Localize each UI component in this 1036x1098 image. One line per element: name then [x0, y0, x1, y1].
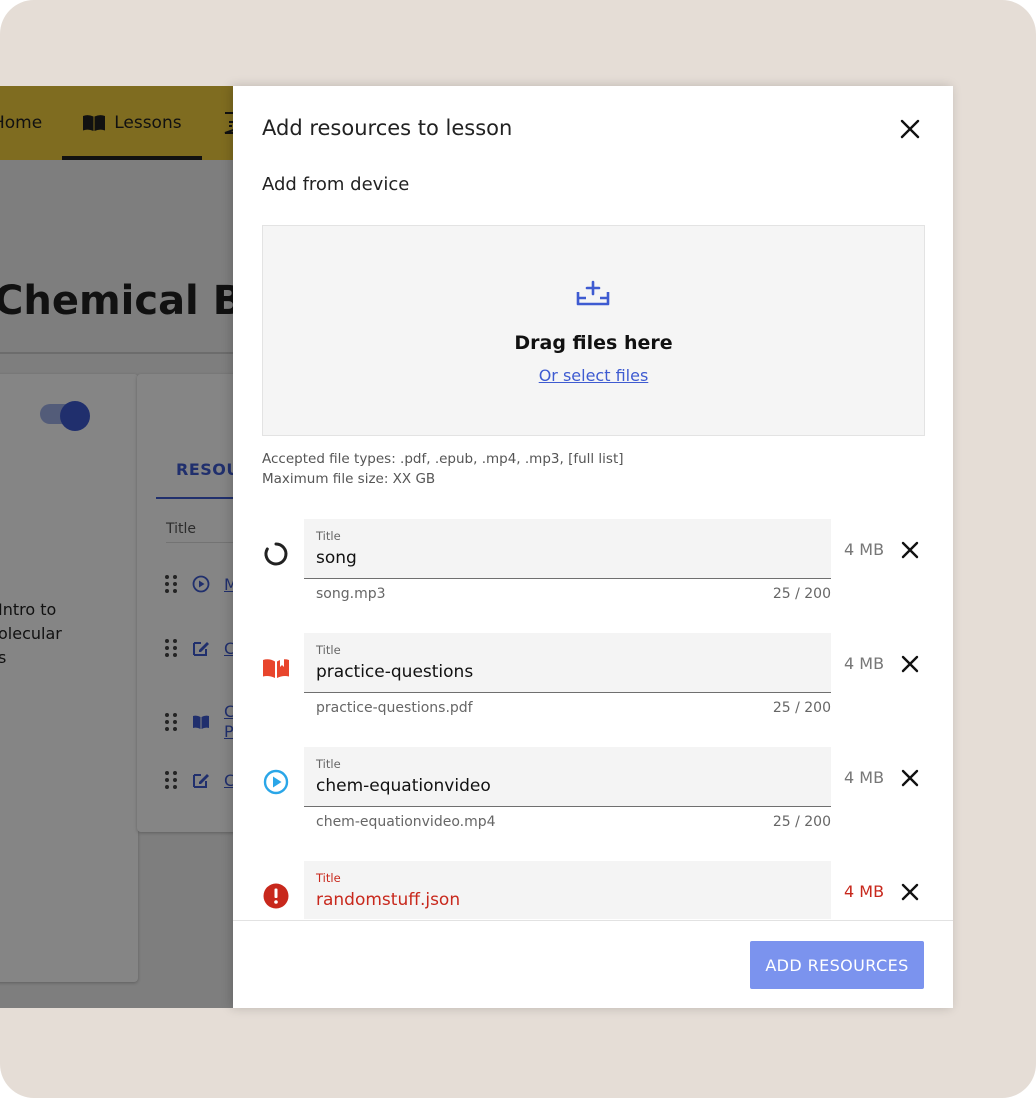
file-item-error: Title randomstuff.json 4 MB	[233, 861, 953, 919]
upload-icon	[576, 280, 610, 306]
file-item: Title chem-equationvideo chem-equationvi…	[233, 747, 953, 861]
file-dropzone[interactable]: Drag files here Or select files	[262, 225, 925, 436]
title-field[interactable]: Title song	[304, 519, 831, 579]
file-name: song.mp3	[316, 586, 386, 602]
loading-spinner-icon	[264, 542, 288, 566]
file-item: Title practice-questions practice-questi…	[233, 633, 953, 747]
error-icon	[263, 883, 289, 909]
remove-file-icon[interactable]	[899, 539, 921, 561]
file-list: Title song song.mp3 25 / 200 4 MB Title …	[233, 516, 953, 919]
modal-title: Add resources to lesson	[262, 116, 513, 140]
remove-file-icon[interactable]	[899, 767, 921, 789]
title-field-label: Title	[316, 529, 341, 543]
title-field[interactable]: Title randomstuff.json	[304, 861, 831, 919]
title-field[interactable]: Title practice-questions	[304, 633, 831, 693]
title-field-value[interactable]: practice-questions	[316, 662, 473, 682]
add-resources-modal: Add resources to lesson Add from device …	[233, 86, 953, 1008]
file-item: Title song song.mp3 25 / 200 4 MB	[233, 519, 953, 633]
accepted-file-types: Accepted file types: .pdf, .epub, .mp4, …	[262, 451, 624, 467]
play-circle-icon	[263, 769, 289, 795]
footer-divider	[233, 920, 953, 921]
file-size: 4 MB	[844, 882, 885, 901]
select-files-link[interactable]: Or select files	[263, 366, 924, 385]
title-field[interactable]: Title chem-equationvideo	[304, 747, 831, 807]
file-size: 4 MB	[844, 540, 885, 559]
book-icon	[263, 657, 289, 678]
character-count: 25 / 200	[772, 586, 831, 602]
character-count: 25 / 200	[772, 700, 831, 716]
remove-file-icon[interactable]	[899, 881, 921, 903]
title-field-value[interactable]: chem-equationvideo	[316, 776, 491, 796]
file-name: practice-questions.pdf	[316, 700, 473, 716]
title-field-value[interactable]: song	[316, 548, 357, 568]
file-size: 4 MB	[844, 768, 885, 787]
screen-frame: Home Lessons Q Chemical Bonds Intro to o…	[0, 0, 1036, 1098]
title-field-label: Title	[316, 757, 341, 771]
character-count: 25 / 200	[772, 814, 831, 830]
close-icon[interactable]	[897, 116, 923, 142]
remove-file-icon[interactable]	[899, 653, 921, 675]
file-name: chem-equationvideo.mp4	[316, 814, 496, 830]
title-field-label: Title	[316, 643, 341, 657]
file-size: 4 MB	[844, 654, 885, 673]
drag-files-label: Drag files here	[514, 332, 673, 354]
title-field-label: Title	[316, 871, 341, 885]
section-title: Add from device	[262, 174, 410, 195]
title-field-value[interactable]: randomstuff.json	[316, 890, 460, 910]
max-file-size: Maximum file size: XX GB	[262, 471, 436, 487]
add-resources-button[interactable]: ADD RESOURCES	[750, 941, 924, 989]
